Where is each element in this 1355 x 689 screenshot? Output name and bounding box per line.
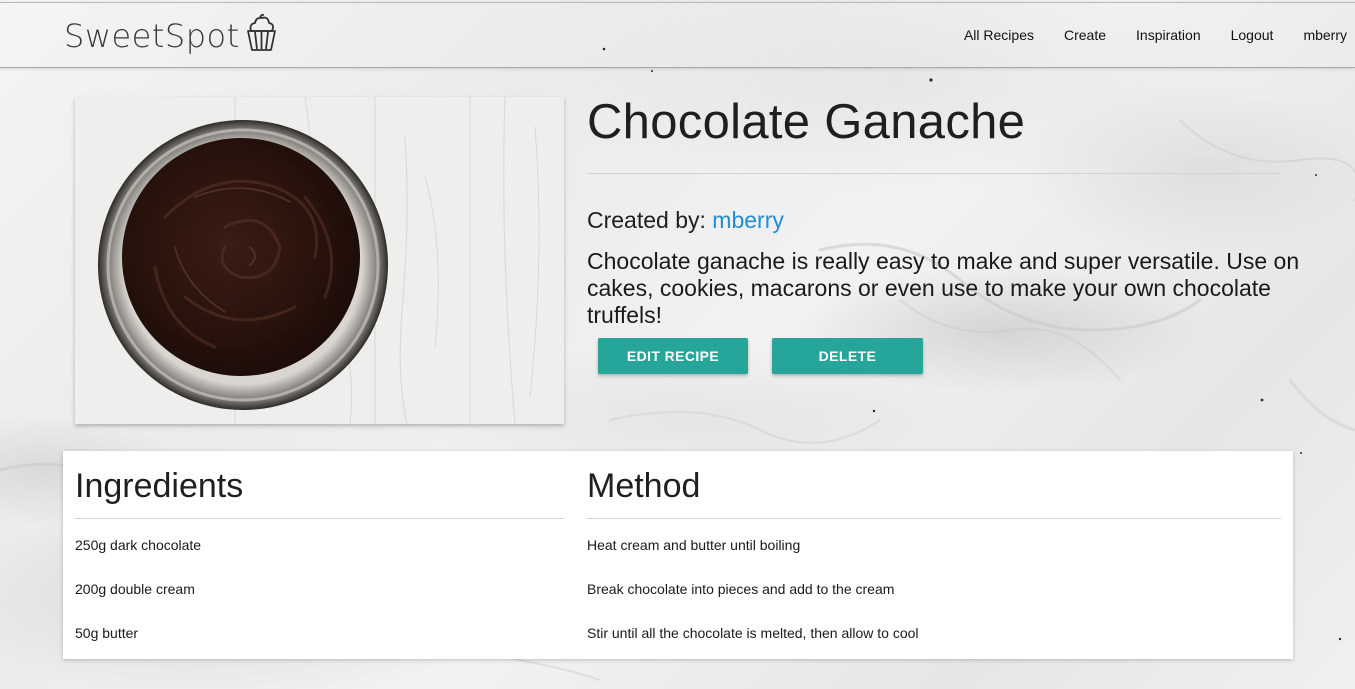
edit-recipe-button[interactable]: EDIT RECIPE bbox=[598, 338, 748, 374]
ingredient-item: 250g dark chocolate bbox=[75, 537, 202, 553]
nav-all-recipes[interactable]: All Recipes bbox=[964, 27, 1034, 43]
nav-create[interactable]: Create bbox=[1064, 27, 1106, 43]
ingredients-heading: Ingredients bbox=[75, 467, 244, 505]
top-navbar: SweetSpot All Recipes Create Inspiration… bbox=[0, 2, 1355, 68]
method-step: Heat cream and butter until boiling bbox=[587, 537, 801, 553]
nav-inspiration[interactable]: Inspiration bbox=[1136, 27, 1201, 43]
ingredient-item: 200g double cream bbox=[75, 581, 195, 597]
ingredients-list: 250g dark chocolate 200g double cream 50… bbox=[75, 537, 201, 669]
method-list: Heat cream and butter until boiling Brea… bbox=[587, 537, 919, 669]
brand-logo-link[interactable]: SweetSpot bbox=[64, 13, 279, 59]
recipe-details-card: Ingredients 250g dark chocolate 200g dou… bbox=[63, 451, 1293, 659]
created-by: Created by: mberry bbox=[587, 207, 784, 234]
ingredients-divider bbox=[75, 518, 564, 519]
title-divider bbox=[587, 173, 1281, 174]
ingredient-item: 50g butter bbox=[75, 625, 139, 641]
created-by-label: Created by: bbox=[587, 207, 706, 233]
recipe-photo bbox=[75, 97, 564, 424]
method-step: Stir until all the chocolate is melted, … bbox=[587, 625, 919, 641]
nav-links: All Recipes Create Inspiration Logout mb… bbox=[934, 3, 1347, 67]
method-step: Break chocolate into pieces and add to t… bbox=[587, 581, 895, 597]
method-heading: Method bbox=[587, 467, 701, 505]
recipe-title: Chocolate Ganache bbox=[587, 95, 1026, 149]
recipe-description: Chocolate ganache is really easy to make… bbox=[587, 248, 1300, 328]
author-link[interactable]: mberry bbox=[712, 207, 784, 233]
delete-recipe-button[interactable]: DELETE bbox=[772, 338, 923, 374]
cupcake-icon bbox=[246, 13, 276, 51]
brand-name: SweetSpot bbox=[64, 17, 240, 55]
nav-user-profile[interactable]: mberry bbox=[1303, 27, 1347, 43]
chocolate-ganache-bowl-photo bbox=[75, 97, 564, 424]
nav-logout[interactable]: Logout bbox=[1231, 27, 1274, 43]
method-divider bbox=[587, 518, 1281, 519]
